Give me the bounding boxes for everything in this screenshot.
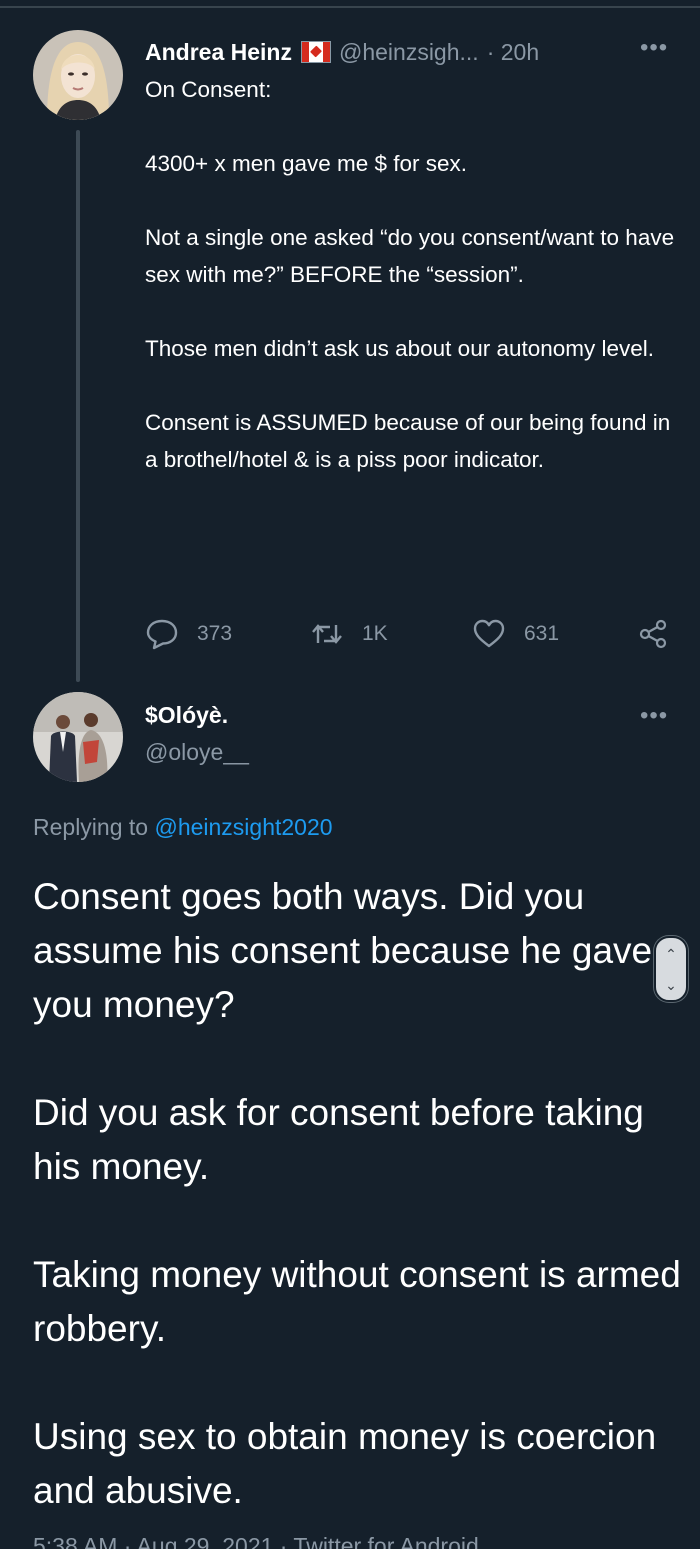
share-icon: [639, 619, 667, 649]
thread-connector: [76, 130, 80, 682]
chevron-up-icon: ⌃: [665, 945, 677, 962]
author-avatar[interactable]: [33, 30, 123, 120]
reply-paragraph: Taking money without consent is armed ro…: [33, 1254, 681, 1349]
tweet-actions: 373 1K 631: [145, 614, 685, 654]
more-horizontal-icon[interactable]: •••: [640, 36, 668, 60]
reply-author-handle[interactable]: @oloye__: [145, 739, 249, 766]
reply-paragraph: Using sex to obtain money is coercion an…: [33, 1416, 657, 1511]
tweet-timestamp-footer: 5:38 AM · Aug 29, 2021 · Twitter for And…: [33, 1536, 479, 1549]
reply-count: 373: [197, 622, 233, 645]
replying-to-mention[interactable]: @heinzsight2020: [154, 814, 332, 840]
like-button[interactable]: 631: [472, 614, 559, 654]
chevron-down-icon: ⌄: [665, 976, 677, 993]
tweet-text: On Consent: 4300+ x men gave me $ for se…: [145, 71, 685, 478]
reply-paragraph: Consent goes both ways. Did you assume h…: [33, 876, 653, 1025]
scroll-handle[interactable]: ⌃ ⌄: [654, 936, 688, 1002]
like-count: 631: [524, 622, 560, 645]
author-name[interactable]: Andrea Heinz: [145, 39, 292, 66]
tweet-paragraph: Consent is ASSUMED because of our being …: [145, 410, 671, 472]
more-horizontal-icon[interactable]: •••: [640, 704, 668, 728]
tweet-header: Andrea Heinz @heinzsigh... · 20h: [145, 36, 685, 68]
tweet-timestamp[interactable]: · 20h: [487, 39, 539, 66]
tweet-paragraph: Not a single one asked “do you consent/w…: [145, 225, 675, 287]
retweet-count: 1K: [362, 622, 388, 645]
reply-author-name[interactable]: $Olóyè.: [145, 702, 228, 729]
reply-button[interactable]: 373: [145, 614, 232, 654]
tweet-paragraph: Those men didn’t ask us about our autono…: [145, 336, 655, 361]
tweet-paragraph: 4300+ x men gave me $ for sex.: [145, 151, 468, 176]
reply-author-avatar[interactable]: [33, 692, 123, 782]
share-button[interactable]: [637, 614, 687, 654]
avatar-portrait-image: [33, 30, 123, 120]
replying-to-line: Replying to @heinzsight2020: [33, 814, 333, 841]
reply-text: Consent goes both ways. Did you assume h…: [33, 870, 683, 1518]
avatar-photo-image: [33, 692, 123, 782]
top-divider: [0, 6, 700, 8]
replying-to-label: Replying to: [33, 814, 155, 840]
reply-paragraph: Did you ask for consent before taking hi…: [33, 1092, 644, 1187]
author-handle[interactable]: @heinzsigh...: [339, 39, 479, 66]
retweet-button[interactable]: 1K: [310, 614, 388, 654]
canada-flag-icon: [300, 41, 331, 63]
heart-icon: [473, 619, 505, 648]
tweet-paragraph: On Consent:: [145, 77, 272, 102]
speech-bubble-icon: [146, 619, 178, 650]
retweet-icon: [312, 624, 342, 644]
